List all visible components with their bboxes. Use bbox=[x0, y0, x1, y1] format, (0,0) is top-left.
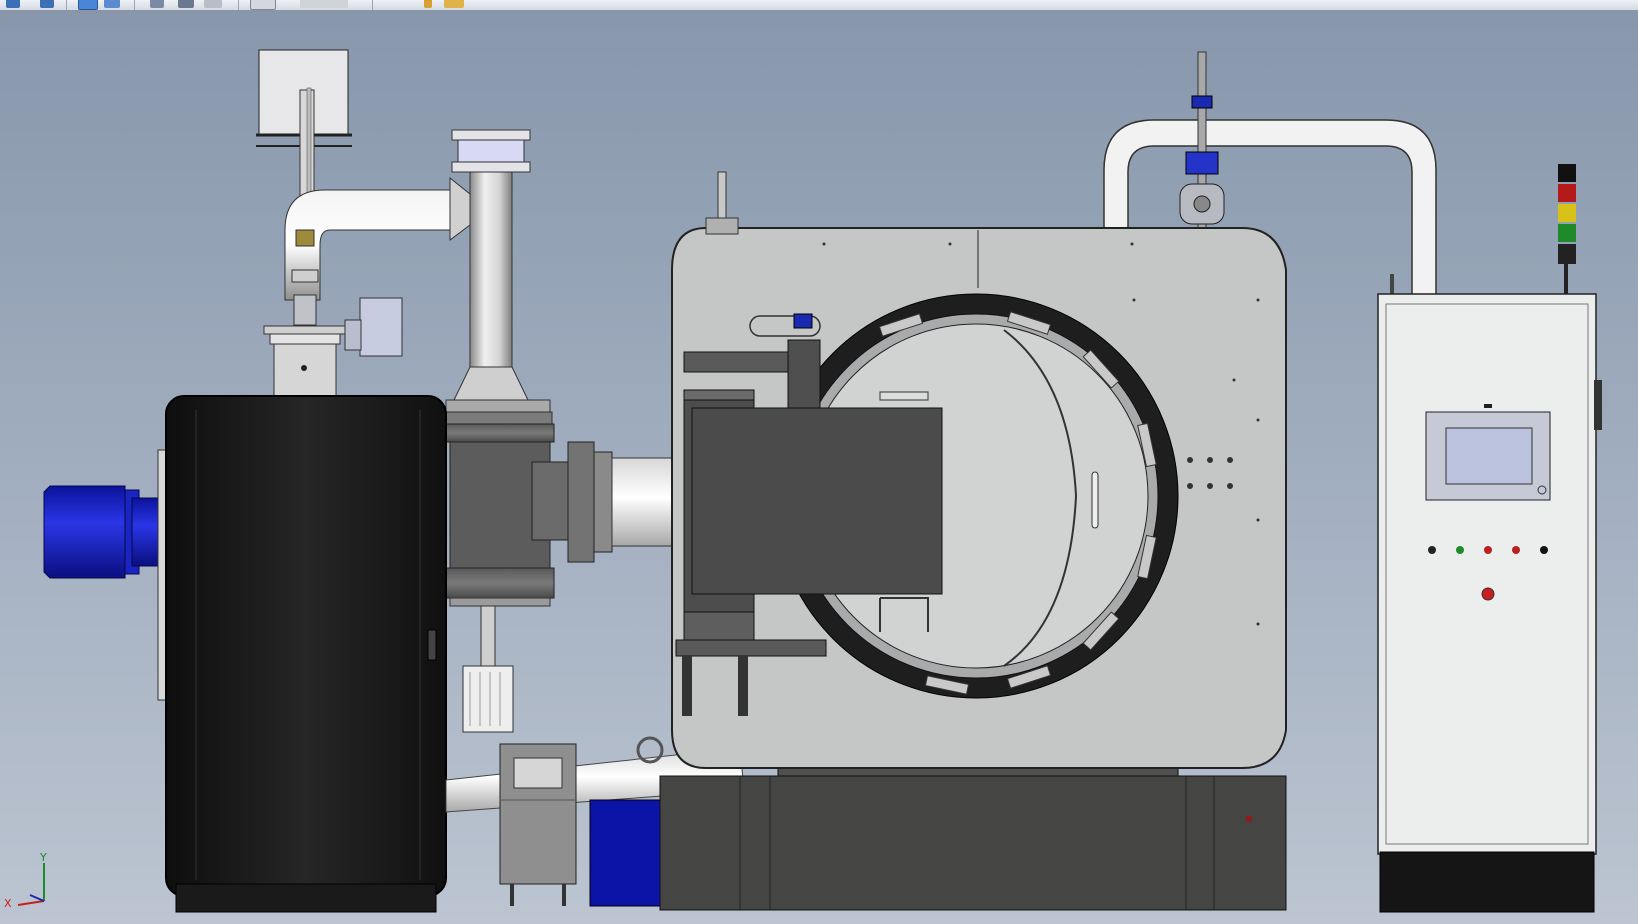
blue-drive-motor bbox=[43, 485, 163, 579]
toolbar-separator bbox=[238, 0, 239, 10]
control-button[interactable] bbox=[1512, 546, 1520, 554]
display-icon[interactable] bbox=[104, 0, 120, 8]
rotate-icon[interactable] bbox=[150, 0, 164, 8]
vacuum-gauge-box bbox=[359, 297, 403, 357]
toolbar-separator bbox=[372, 0, 373, 10]
control-button[interactable] bbox=[1484, 546, 1492, 554]
scene-icon[interactable] bbox=[300, 0, 348, 8]
z-axis-arrow bbox=[29, 894, 45, 902]
connection-flange bbox=[567, 441, 595, 563]
vertical-exhaust-pipe bbox=[469, 171, 513, 368]
loading-block bbox=[691, 407, 943, 595]
command-toolbar bbox=[0, 0, 1638, 11]
toolbar-separator bbox=[134, 0, 135, 10]
view-icon[interactable] bbox=[78, 0, 98, 10]
graphics-viewport[interactable]: Y X bbox=[0, 11, 1638, 924]
edit-appearance-icon[interactable] bbox=[424, 0, 432, 8]
section-icon[interactable] bbox=[204, 0, 222, 8]
blue-coolant-tank bbox=[589, 799, 661, 907]
toolbar-separator bbox=[66, 0, 67, 10]
control-button[interactable] bbox=[1540, 546, 1548, 554]
signal-tower-light bbox=[1558, 164, 1576, 294]
furnace-assembly-model bbox=[43, 49, 1602, 913]
y-axis-label: Y bbox=[39, 851, 47, 864]
x-axis-arrow bbox=[17, 900, 45, 906]
undo-icon[interactable] bbox=[6, 0, 20, 8]
coordinate-triad: Y X bbox=[4, 851, 47, 909]
appearance-icon[interactable] bbox=[250, 0, 276, 10]
control-button[interactable] bbox=[1456, 546, 1464, 554]
x-axis-label: X bbox=[4, 897, 12, 909]
emergency-stop-button[interactable] bbox=[1481, 587, 1495, 601]
pan-icon[interactable] bbox=[178, 0, 194, 8]
control-button[interactable] bbox=[1428, 546, 1436, 554]
folder-icon[interactable] bbox=[444, 0, 464, 8]
black-pump-housing bbox=[157, 395, 447, 913]
redo-icon[interactable] bbox=[40, 0, 54, 8]
